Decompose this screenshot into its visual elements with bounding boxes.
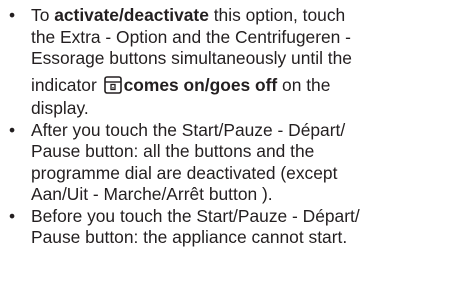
text-run: on the	[277, 74, 331, 95]
text-run: To	[31, 5, 55, 25]
text-line: Essorage buttons simultaneously until th…	[31, 48, 352, 68]
text-line: Before you touch the Start/Pauze - Dépar…	[31, 205, 360, 226]
text-line: display.	[31, 98, 89, 118]
bullet-dot: •	[8, 119, 16, 140]
bold-text: comes on/goes off	[123, 74, 278, 95]
bullet-item-activate: • To activate/deactivate this option, to…	[0, 5, 470, 120]
text-line: Pause button: all the buttons and the	[31, 141, 315, 161]
bullet-item-after-start: • After you touch the Start/Pauze - Dépa…	[0, 120, 470, 206]
text-line: the Extra - Option and the Centrifugeren…	[31, 26, 351, 47]
text-run: this option, touch	[208, 5, 346, 25]
bullet-item-before-start: • Before you touch the Start/Pauze - Dép…	[0, 206, 470, 249]
bullet-dot: •	[8, 5, 16, 25]
text-run: indicator	[31, 74, 102, 95]
bold-text: activate/deactivate	[54, 5, 209, 25]
text-line: Aan/Uit - Marche/Arrêt button ).	[31, 184, 273, 204]
text-line: After you touch the Start/Pauze - Départ…	[31, 119, 346, 140]
text-line: indicator comes on/goes off on the	[31, 75, 470, 97]
text-line: programme dial are deactivated (except	[31, 162, 338, 183]
manual-excerpt: • To activate/deactivate this option, to…	[0, 5, 470, 249]
text-line: Pause button: the appliance cannot start…	[31, 227, 348, 247]
bullet-list: • To activate/deactivate this option, to…	[0, 5, 470, 249]
bullet-dot: •	[8, 205, 16, 226]
text-line: To activate/deactivate this option, touc…	[31, 5, 470, 27]
child-lock-icon	[103, 75, 122, 94]
